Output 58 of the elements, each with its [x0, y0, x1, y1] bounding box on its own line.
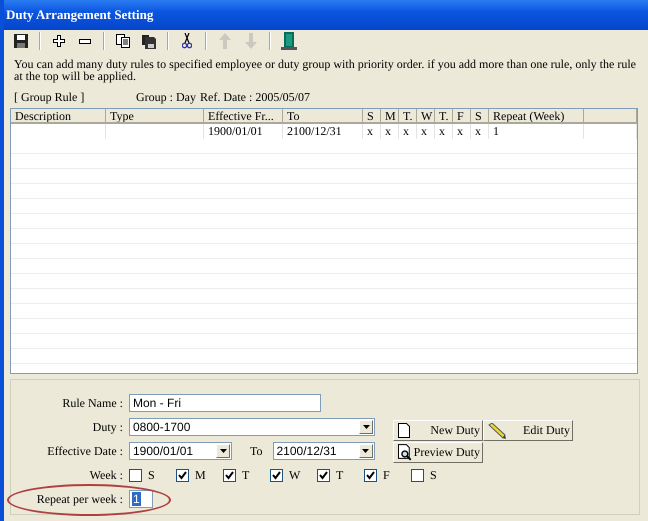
field-label: Repeat per week : — [36, 492, 123, 506]
day-label: S — [430, 468, 438, 482]
checkbox[interactable] — [411, 468, 424, 482]
day-label: W — [289, 468, 302, 482]
day-label: F — [383, 468, 391, 482]
field-label: Duty : — [92, 420, 123, 434]
edit-duty-button[interactable]: Edit Duty — [483, 420, 573, 441]
column-header[interactable]: Effective Fr... — [204, 109, 283, 124]
day-label: T — [242, 468, 250, 482]
page-magnifier-icon — [398, 444, 414, 461]
dropdown-caret-icon — [362, 425, 370, 429]
column-header[interactable]: F — [453, 109, 471, 124]
field-label: Rule Name : — [61, 396, 123, 410]
plus-icon — [53, 35, 65, 47]
minus-icon — [79, 38, 91, 44]
new-duty-button[interactable]: New Duty — [393, 420, 483, 441]
column-header[interactable]: S — [471, 109, 489, 124]
day-label: M — [195, 468, 207, 482]
field-label: Week : — [88, 468, 123, 482]
rule-type-label: [ Group Rule ] — [14, 90, 86, 104]
pencil-icon — [488, 422, 506, 438]
door-icon — [281, 32, 297, 50]
date-to-dropdown[interactable]: 2100/12/31 — [272, 442, 374, 460]
column-header[interactable]: To — [283, 109, 363, 124]
column-header[interactable]: M — [381, 109, 399, 124]
field-label: Effective Date : — [46, 444, 123, 458]
group-label: Group : Day — [136, 90, 197, 104]
checkbox[interactable] — [223, 468, 236, 482]
dropdown-caret-icon — [220, 449, 226, 453]
column-header[interactable]: T. — [435, 109, 453, 124]
checkbox[interactable] — [129, 468, 142, 482]
rule-name-field[interactable]: Mon - Fri — [129, 394, 321, 412]
page-icon — [398, 423, 410, 438]
checkbox[interactable] — [270, 468, 283, 482]
scissors-icon — [182, 33, 192, 49]
repeat-field[interactable]: 1 — [129, 490, 153, 508]
field-label: To — [250, 444, 262, 458]
day-label: T — [336, 468, 344, 482]
column-header[interactable]: W — [417, 109, 435, 124]
dropdown-caret-icon — [362, 449, 369, 453]
disk-stack-icon — [141, 33, 157, 49]
preview-duty-button[interactable]: Preview Duty — [393, 442, 483, 463]
up-arrow-icon — [219, 33, 231, 49]
column-header[interactable]: S — [363, 109, 381, 124]
window-title: Duty Arrangement Setting — [6, 7, 154, 23]
column-header[interactable]: T. — [399, 109, 417, 124]
copy-icon — [116, 34, 130, 48]
down-arrow-icon — [245, 33, 257, 49]
save-icon — [14, 34, 28, 48]
checkbox[interactable] — [364, 468, 377, 482]
checkbox[interactable] — [317, 468, 330, 482]
date-from-dropdown[interactable]: 1900/01/01 — [129, 442, 232, 460]
instructions-text: You can add many duty rules to specified employee or duty group with priority order. if you add more than one rule, only the rule at the top will be applied. — [14, 58, 637, 82]
exit-button[interactable] — [278, 30, 300, 52]
duty-dropdown[interactable]: 0800-1700 — [129, 418, 375, 436]
checkbox[interactable] — [176, 468, 189, 482]
day-label: S — [148, 468, 156, 482]
ref-date-label: Ref. Date : 2005/05/07 — [200, 90, 311, 104]
